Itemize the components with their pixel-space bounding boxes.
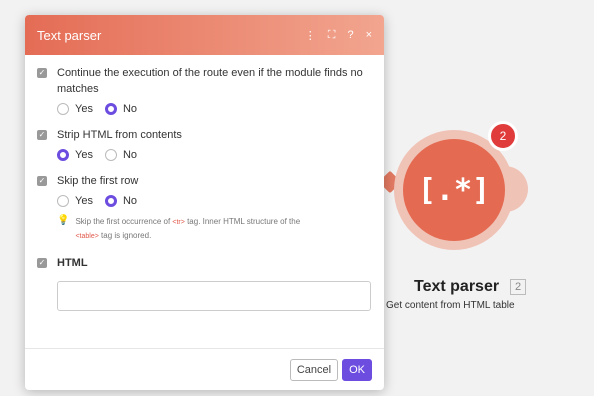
continue-execution-options: Yes No <box>57 103 372 115</box>
ok-button[interactable]: OK <box>342 358 372 381</box>
close-icon[interactable]: × <box>366 29 372 42</box>
radio-selected-icon[interactable] <box>104 195 117 207</box>
continue-yes-option[interactable]: Yes <box>57 103 93 115</box>
text-parser-module[interactable]: [.*] <box>403 139 505 241</box>
tr-tag: <tr> <box>172 219 185 226</box>
skip-first-row-hint: 💡 Skip the first occurrence of <tr> tag.… <box>57 215 372 243</box>
checkbox-icon[interactable]: ✓ <box>37 130 47 140</box>
lightbulb-icon: 💡 <box>57 215 70 226</box>
radio-selected-icon[interactable] <box>57 149 69 161</box>
html-field: ✓ HTML <box>37 255 372 271</box>
hint-text: Skip the first occurrence of <tr> tag. I… <box>75 215 300 243</box>
no-label: No <box>122 149 138 161</box>
no-label: No <box>122 195 138 207</box>
dialog-body: ✓ Continue the execution of the route ev… <box>25 55 384 311</box>
radio-selected-icon[interactable] <box>104 103 117 115</box>
dialog-title: Text parser <box>37 27 102 43</box>
strip-html-options: Yes No <box>57 149 372 161</box>
continue-no-option[interactable]: No <box>104 103 138 115</box>
hint-text-part: tag is ignored. <box>98 231 152 240</box>
radio-icon[interactable] <box>57 103 69 115</box>
dialog-footer: Cancel OK <box>25 348 384 390</box>
operations-count-badge: 2 <box>488 121 518 151</box>
strip-no-option[interactable]: No <box>104 149 138 161</box>
strip-html-label: Strip HTML from contents <box>57 129 182 141</box>
strip-html-field: ✓ Strip HTML from contents <box>37 127 372 143</box>
skip-first-row-field: ✓ Skip the first row <box>37 173 372 189</box>
radio-icon[interactable] <box>57 195 69 207</box>
checkbox-icon[interactable]: ✓ <box>37 68 47 78</box>
continue-execution-label: Continue the execution of the route even… <box>57 67 363 95</box>
module-subtitle: Get content from HTML table <box>386 300 515 311</box>
yes-label: Yes <box>75 195 93 207</box>
html-label: HTML <box>57 257 88 269</box>
yes-label: Yes <box>75 149 93 161</box>
skip-no-option[interactable]: No <box>104 195 138 207</box>
more-options-icon[interactable]: ⋮ <box>305 29 316 42</box>
skip-first-row-options: Yes No <box>57 195 372 207</box>
module-id-badge: 2 <box>510 279 526 295</box>
strip-yes-option[interactable]: Yes <box>57 149 93 161</box>
module-title: Text parser <box>414 278 500 295</box>
dialog-header: Text parser ⋮ ⛶ ? × <box>25 15 384 55</box>
cancel-button[interactable]: Cancel <box>289 358 339 381</box>
expand-icon[interactable]: ⛶ <box>328 29 336 42</box>
checkbox-icon[interactable]: ✓ <box>37 176 47 186</box>
radio-icon[interactable] <box>104 149 117 161</box>
help-icon[interactable]: ? <box>347 29 353 42</box>
hint-text-part: Skip the first occurrence of <box>75 217 173 226</box>
regex-icon: [.*] <box>417 172 491 208</box>
no-label: No <box>122 103 138 115</box>
module-settings-dialog: Text parser ⋮ ⛶ ? × ✓ Continue the execu… <box>25 15 384 390</box>
skip-first-row-label: Skip the first row <box>57 175 139 187</box>
checkbox-icon[interactable]: ✓ <box>37 258 47 268</box>
continue-execution-field: ✓ Continue the execution of the route ev… <box>37 65 372 97</box>
skip-yes-option[interactable]: Yes <box>57 195 93 207</box>
table-tag: <table> <box>75 233 99 240</box>
hint-text-part: tag. Inner HTML structure of the <box>184 217 301 226</box>
yes-label: Yes <box>75 103 93 115</box>
html-input[interactable] <box>57 281 371 311</box>
